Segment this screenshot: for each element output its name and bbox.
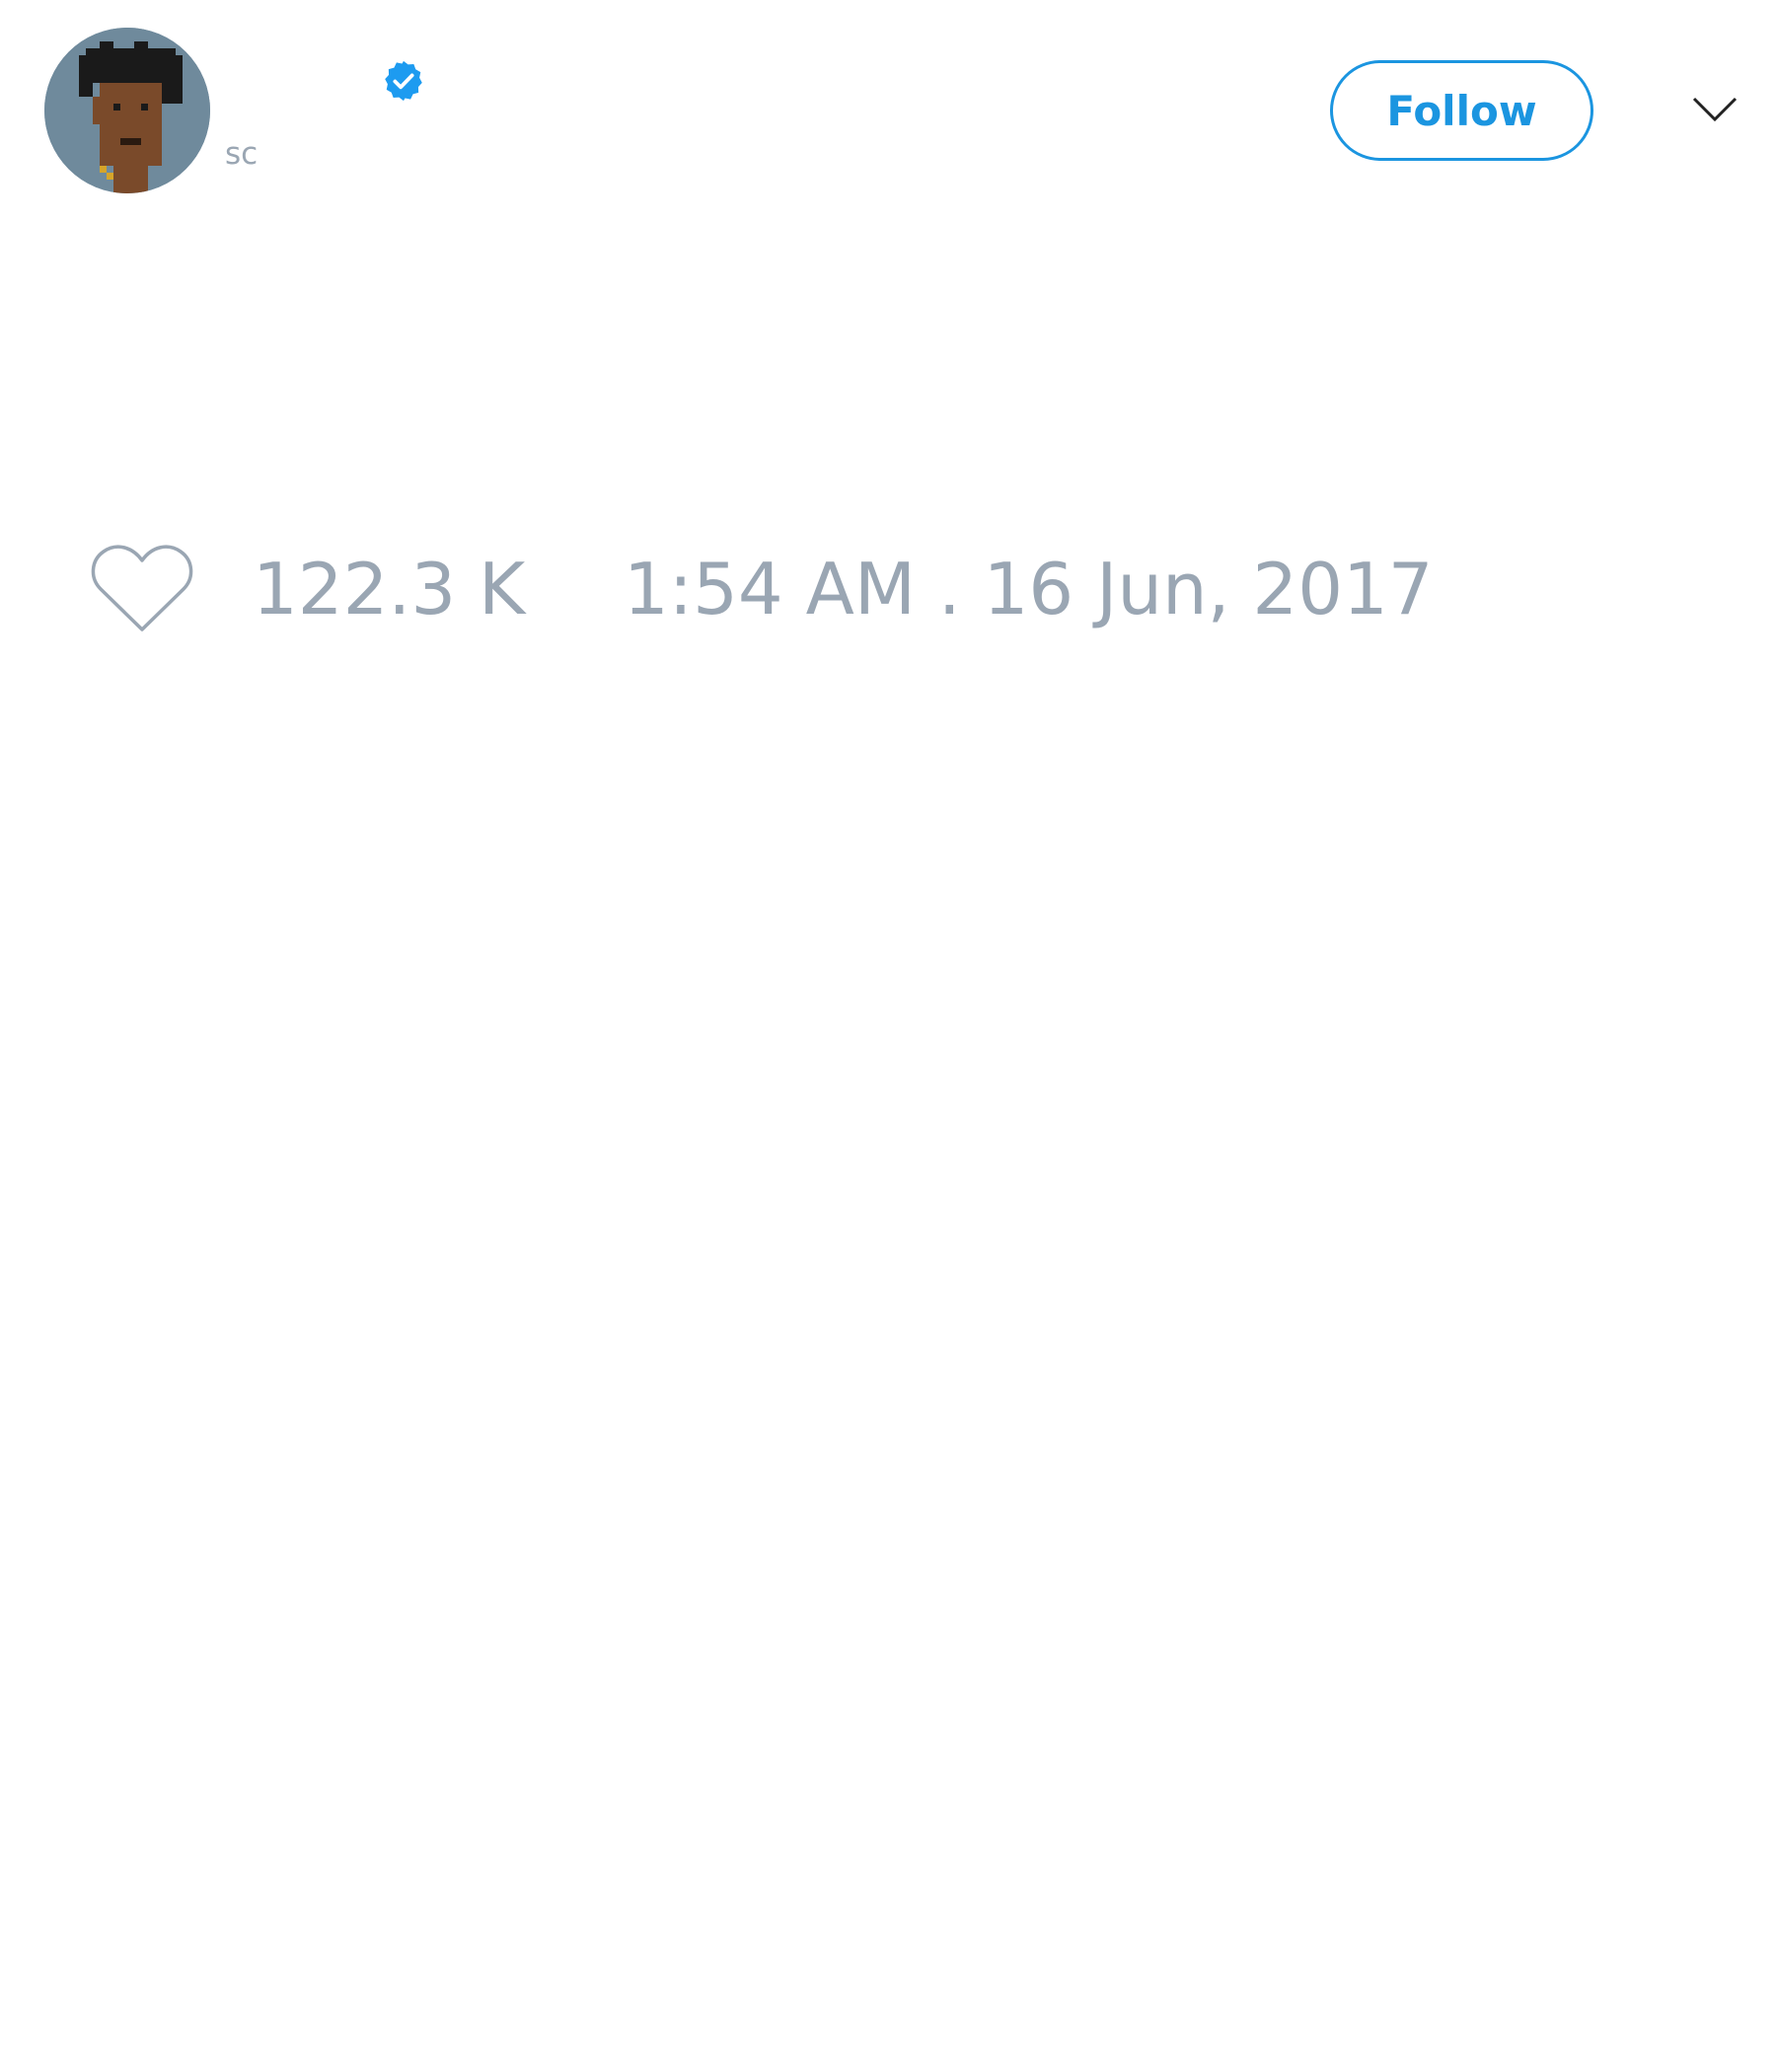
like-count: 122.3 K	[253, 548, 526, 630]
author-handle[interactable]: sc	[225, 134, 258, 174]
tweet-timestamp[interactable]: 1:54 AM . 16 Jun, 2017	[624, 548, 1434, 630]
avatar[interactable]	[44, 28, 210, 193]
verified-badge-icon	[381, 58, 426, 104]
chevron-down-icon[interactable]	[1691, 93, 1739, 124]
heart-outline-icon[interactable]	[89, 541, 195, 635]
pixel-punk-avatar-icon	[44, 28, 210, 193]
follow-button[interactable]: Follow	[1330, 60, 1593, 161]
